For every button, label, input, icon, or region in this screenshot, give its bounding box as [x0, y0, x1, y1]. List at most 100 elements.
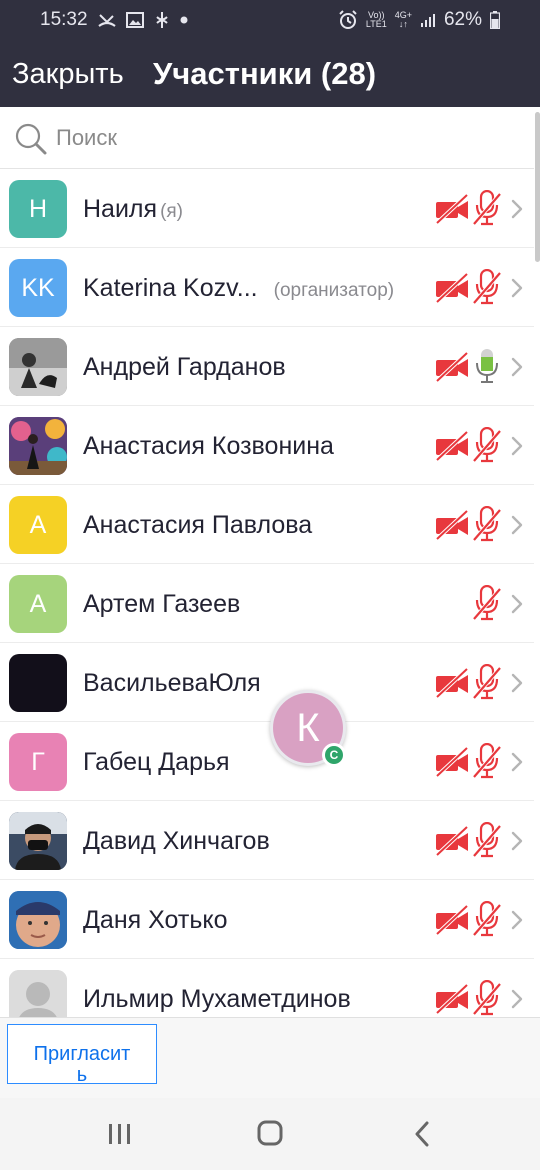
avatar: KK [9, 259, 67, 317]
mic-muted-icon [470, 900, 504, 937]
participant-name-group: Давид Хинчагов [83, 827, 270, 856]
participant-name: Давид Хинчагов [83, 827, 270, 855]
page-title: Участники (28) [153, 56, 377, 91]
avatar [9, 654, 67, 712]
participant-name-group: Katerina Kozv... (организатор) [83, 274, 394, 303]
mic-muted-icon [470, 426, 504, 463]
participant-name: Даня Хотько [83, 906, 228, 934]
invite-button-label: Пригласит [33, 1043, 131, 1065]
participant-row[interactable]: А Анастасия Павлова [0, 485, 534, 564]
participant-row[interactable]: Ильмир Мухаметдинов [0, 959, 534, 1017]
chevron-right-icon[interactable] [510, 831, 524, 851]
participant-name-group: Габец Дарья [83, 748, 230, 777]
participant-row[interactable]: ВасильеваЮля [0, 643, 534, 722]
chevron-right-icon[interactable] [510, 357, 524, 377]
chevron-right-icon[interactable] [510, 436, 524, 456]
avatar [9, 338, 67, 396]
volte-indicator: Vo)) LTE1 [366, 11, 387, 29]
close-button[interactable]: Закрыть [12, 58, 124, 91]
avatar: А [9, 496, 67, 554]
participant-name-group: Даня Хотько [83, 906, 227, 935]
participant-role-tag: (я) [160, 201, 184, 222]
video-off-icon [434, 430, 470, 462]
video-off-icon [434, 509, 470, 541]
participant-name: Анастасия Козвонина [83, 432, 334, 460]
avatar: А [9, 575, 67, 633]
battery-percent: 62% [443, 9, 482, 30]
participant-row[interactable]: А Артем Газеев [0, 564, 534, 643]
floating-video-badge: C [322, 743, 346, 767]
floating-video-bubble[interactable]: К C [270, 690, 346, 767]
video-off-icon [434, 351, 470, 383]
chevron-right-icon[interactable] [510, 910, 524, 930]
recent-apps-icon[interactable] [107, 1122, 133, 1151]
mic-muted-icon [470, 189, 504, 226]
video-off-icon [434, 983, 470, 1015]
chevron-right-icon[interactable] [510, 278, 524, 298]
participant-name: Анастасия Павлова [83, 511, 313, 539]
alarm-icon [338, 10, 358, 30]
video-off-icon [434, 193, 470, 225]
participant-name: Андрей Гарданов [83, 353, 286, 381]
bottom-bar: Пригласит ь [0, 1017, 540, 1098]
chevron-right-icon[interactable] [510, 989, 524, 1009]
battery-icon [490, 11, 500, 29]
participant-name-group: Наиля (я) [83, 195, 183, 224]
app-notification-icon [154, 11, 170, 29]
mic-muted-icon [470, 663, 504, 700]
participant-row[interactable]: Андрей Гарданов [0, 327, 534, 406]
back-icon[interactable] [412, 1121, 432, 1152]
participant-row[interactable]: KK Katerina Kozv... (организатор) [0, 248, 534, 327]
mic-muted-icon [470, 979, 504, 1016]
mic-muted-icon [470, 742, 504, 779]
video-off-icon [434, 825, 470, 857]
scrollbar[interactable] [535, 112, 540, 262]
video-off-icon [434, 746, 470, 778]
mic-muted-icon [470, 821, 504, 858]
participant-name-group: Анастасия Козвонина [83, 432, 334, 461]
invite-button-label: ь [76, 1064, 88, 1084]
participant-name: Артем Газеев [83, 590, 241, 618]
video-off-icon [434, 667, 470, 699]
participant-name: Наиля [83, 195, 158, 223]
participant-name-group: Анастасия Павлова [83, 511, 312, 540]
status-time: 15:32 [40, 9, 88, 30]
participant-row[interactable]: Н Наиля (я) [0, 169, 534, 248]
dot-icon [180, 16, 188, 24]
missed-call-icon [97, 12, 116, 28]
navigation-bar [0, 1098, 540, 1170]
mic-muted-icon [470, 505, 504, 542]
home-icon[interactable] [257, 1120, 283, 1151]
search-input[interactable] [56, 123, 476, 153]
chevron-right-icon[interactable] [510, 752, 524, 772]
network-indicator: 4G+ ↓↑ [394, 10, 412, 29]
mic-muted-icon [470, 584, 504, 621]
participant-row[interactable]: Анастасия Козвонина [0, 406, 534, 485]
gallery-icon [125, 12, 144, 28]
chevron-right-icon[interactable] [510, 515, 524, 535]
signal-icon [420, 12, 436, 28]
video-off-icon [434, 272, 470, 304]
header: Закрыть Участники (28) [0, 40, 540, 107]
participant-name-group: Ильмир Мухаметдинов [83, 985, 351, 1014]
participant-row[interactable]: Давид Хинчагов [0, 801, 534, 880]
avatar [9, 970, 67, 1017]
participant-name-group: Артем Газеев [83, 590, 240, 619]
chevron-right-icon[interactable] [510, 199, 524, 219]
search-bar [0, 107, 534, 169]
participant-name-group: ВасильеваЮля [83, 669, 261, 698]
invite-button[interactable]: Пригласит ь [7, 1024, 157, 1084]
participant-name: Katerina Kozv... [83, 274, 258, 302]
chevron-right-icon[interactable] [510, 673, 524, 693]
search-icon [14, 122, 48, 161]
participant-row[interactable]: Даня Хотько [0, 880, 534, 959]
avatar: Г [9, 733, 67, 791]
participant-row[interactable]: Г Габец Дарья [0, 722, 534, 801]
status-bar: 15:32 Vo)) LTE1 4G+ ↓↑ 62% [0, 0, 540, 40]
mic-active-icon [470, 348, 504, 384]
avatar: Н [9, 180, 67, 238]
chevron-right-icon[interactable] [510, 594, 524, 614]
video-off-icon [434, 904, 470, 936]
avatar [9, 417, 67, 475]
participant-name: Габец Дарья [83, 748, 230, 776]
